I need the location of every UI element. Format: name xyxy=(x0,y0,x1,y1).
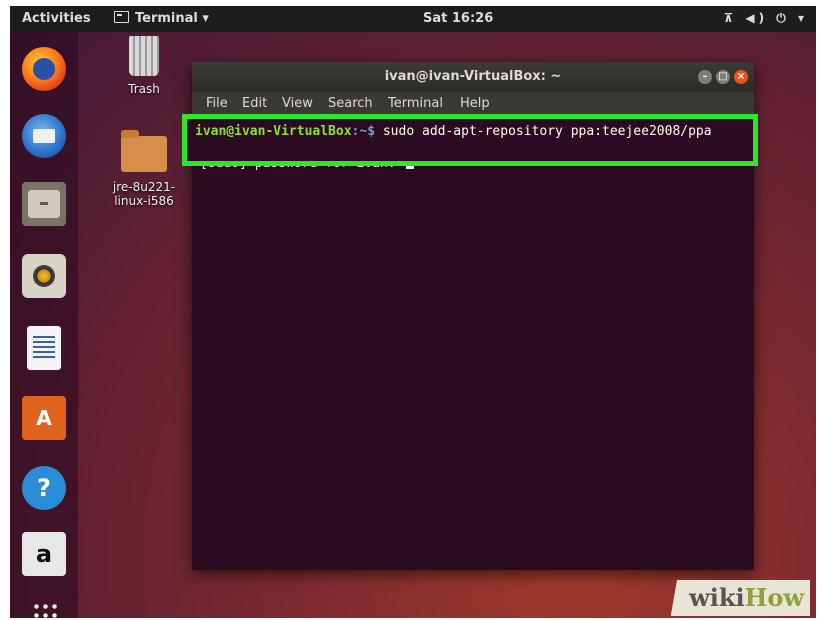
libreoffice-writer-icon[interactable] xyxy=(27,326,61,370)
dock: A ? a xyxy=(10,32,78,618)
envelope-shape xyxy=(33,129,55,143)
menu-view[interactable]: View xyxy=(282,96,313,111)
app-menu[interactable]: Terminal ▾ xyxy=(114,11,209,26)
command-highlight: ivan@ivan-VirtualBox:~$ sudo add-apt-rep… xyxy=(182,114,758,166)
menu-file[interactable]: File xyxy=(206,96,228,111)
menu-terminal[interactable]: Terminal xyxy=(388,96,443,111)
thunderbird-icon[interactable] xyxy=(22,114,66,158)
desktop-screen: Activities Terminal ▾ Sat 16:26 ⊼ ◀) ⏻ ▾… xyxy=(10,6,816,618)
watermark-how: How xyxy=(744,583,804,612)
firefox-icon[interactable] xyxy=(22,47,66,91)
activities-button[interactable]: Activities xyxy=(22,11,91,26)
desktop-folder[interactable]: jre-8u221-linux-i586 xyxy=(110,130,178,208)
terminal-icon xyxy=(114,11,129,23)
files-icon[interactable] xyxy=(22,182,66,226)
desktop-trash[interactable]: Trash xyxy=(114,36,174,96)
terminal-title: ivan@ivan-VirtualBox: ~ xyxy=(384,69,562,84)
folder-icon xyxy=(121,130,167,172)
command-text: sudo add-apt-repository ppa:teejee2008/p… xyxy=(375,124,712,139)
wikihow-watermark: wikiHow xyxy=(658,580,810,616)
menu-edit[interactable]: Edit xyxy=(242,96,267,111)
prompt-user: ivan@ivan-VirtualBox xyxy=(195,124,352,139)
minimize-button[interactable]: – xyxy=(698,70,712,84)
trash-icon xyxy=(129,36,159,76)
top-bar: Activities Terminal ▾ Sat 16:26 ⊼ ◀) ⏻ ▾ xyxy=(10,6,816,32)
firefox-globe xyxy=(33,58,55,80)
close-button[interactable]: × xyxy=(734,70,748,84)
trash-label: Trash xyxy=(128,82,160,96)
app-menu-label: Terminal ▾ xyxy=(135,11,209,26)
terminal-output[interactable]: [sudo] password for ivan: xyxy=(192,114,754,570)
document-lines xyxy=(33,336,55,360)
terminal-menubar: File Edit View Search Terminal Help xyxy=(192,92,754,114)
command-line: ivan@ivan-VirtualBox:~$ sudo add-apt-rep… xyxy=(195,123,755,141)
menu-help[interactable]: Help xyxy=(460,96,490,111)
amazon-icon[interactable]: a xyxy=(22,532,66,576)
help-icon[interactable]: ? xyxy=(22,466,66,510)
drawer-shape xyxy=(28,190,60,218)
maximize-button[interactable]: □ xyxy=(716,70,730,84)
show-applications-icon[interactable] xyxy=(32,602,58,618)
rhythmbox-icon[interactable] xyxy=(22,254,66,298)
clock[interactable]: Sat 16:26 xyxy=(423,11,493,26)
prompt-path: :~$ xyxy=(351,124,376,139)
speaker-shape xyxy=(33,265,55,287)
folder-label: jre-8u221-linux-i586 xyxy=(112,180,176,208)
menu-search[interactable]: Search xyxy=(328,96,373,111)
terminal-titlebar[interactable]: ivan@ivan-VirtualBox: ~ – □ × xyxy=(192,62,754,92)
ubuntu-software-icon[interactable]: A xyxy=(22,396,66,440)
system-tray[interactable]: ⊼ ◀) ⏻ ▾ xyxy=(723,11,808,26)
watermark-wiki: wiki xyxy=(689,583,745,612)
